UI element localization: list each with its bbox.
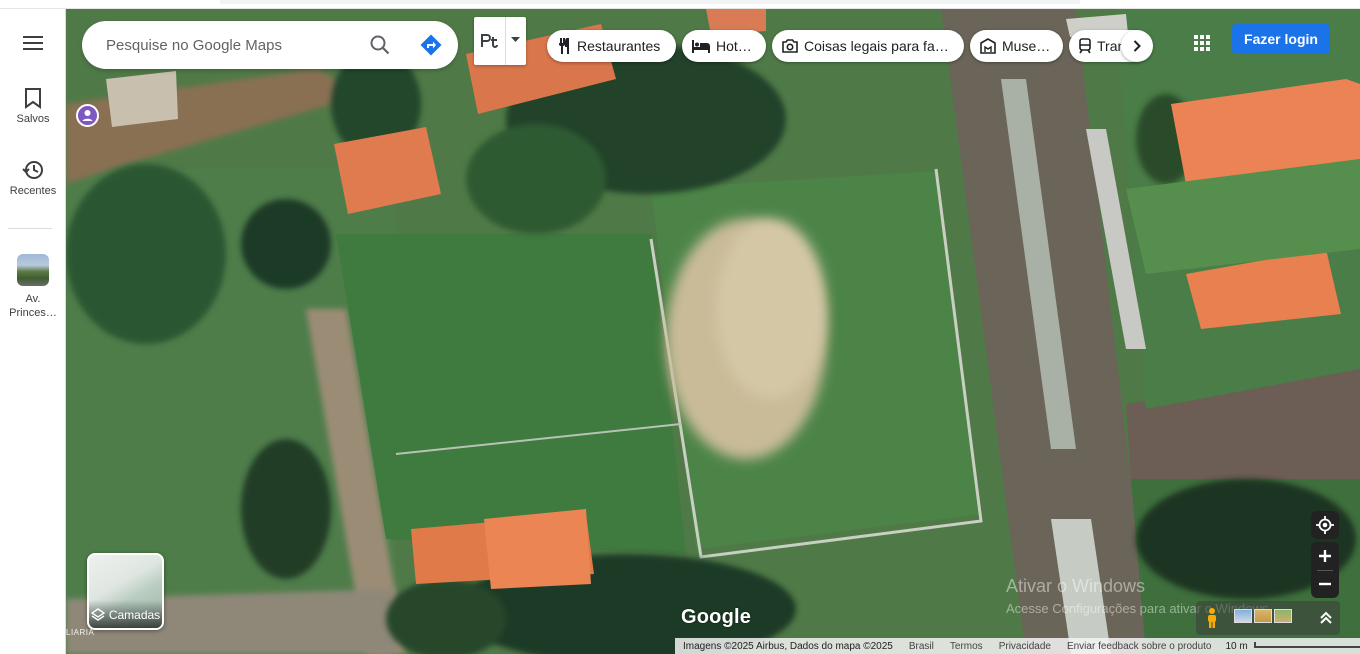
transit-icon (1079, 38, 1091, 54)
place-marker-icon[interactable] (76, 104, 99, 127)
menu-icon (23, 36, 43, 50)
search-icon (370, 35, 390, 55)
imagery-credits: Imagens ©2025 Airbus, Dados do mapa ©202… (683, 640, 893, 652)
double-chevron-up-icon (1320, 611, 1332, 624)
chips-next-button[interactable] (1121, 30, 1153, 62)
terms-link[interactable]: Termos (942, 641, 991, 652)
restaurant-icon (559, 38, 569, 54)
chip-label: Restaurantes (577, 38, 661, 54)
chip-restaurants[interactable]: Restaurantes (547, 30, 676, 62)
sidebar-item-label: Av. Princes… (9, 293, 57, 319)
zoom-control (1311, 542, 1339, 598)
expand-tray-button[interactable] (1316, 608, 1336, 628)
layers-icon (90, 608, 105, 621)
satellite-imagery (66, 9, 1360, 654)
map-type-thumbnails (1234, 609, 1292, 623)
attribution-bar: Imagens ©2025 Airbus, Dados do mapa ©202… (675, 638, 1360, 654)
rail-divider (8, 228, 52, 229)
google-logo: Google (681, 606, 752, 628)
sidebar-item-recent-place[interactable]: Av. Princes… (0, 254, 66, 320)
country-link[interactable]: Brasil (901, 641, 942, 652)
directions-icon (420, 34, 442, 56)
browser-top-strip (0, 0, 1360, 9)
scale-label: 10 m (1225, 640, 1248, 652)
person-pin-icon (82, 110, 93, 121)
scale-line (1253, 642, 1360, 648)
layers-button[interactable]: Camadas (87, 553, 164, 630)
bookmark-icon (25, 88, 41, 109)
search-input[interactable] (106, 33, 356, 57)
apps-grid-icon (1194, 35, 1210, 51)
zoom-in-button[interactable] (1311, 542, 1339, 570)
chip-museums[interactable]: Museus (970, 30, 1063, 62)
zoom-out-button[interactable] (1311, 570, 1339, 598)
hotel-icon (692, 39, 710, 53)
chevron-right-icon (1133, 40, 1141, 52)
sidebar-item-label: Salvos (16, 113, 50, 125)
chip-label: Coisas legais para fa… (804, 38, 949, 54)
map-corner-text: LIARIA (66, 628, 95, 637)
sidebar-item-saved[interactable]: Salvos (0, 87, 66, 125)
menu-button[interactable] (0, 35, 66, 55)
museum-icon (980, 38, 996, 54)
chip-label: Hotéis (716, 38, 754, 54)
chip-label: Museus (1002, 38, 1051, 54)
camera-icon (782, 39, 798, 53)
sign-in-button[interactable]: Fazer login (1232, 24, 1330, 54)
satellite-map[interactable] (66, 9, 1360, 654)
chip-hotels[interactable]: Hotéis (682, 30, 766, 62)
windows-activation-title: Ativar o Windows (1006, 576, 1146, 596)
my-location-button[interactable] (1311, 511, 1339, 539)
directions-button[interactable] (419, 33, 443, 57)
street-view-pegman[interactable] (1202, 607, 1222, 629)
sidebar-item-label: Recentes (9, 185, 57, 197)
search-box (82, 21, 458, 69)
layers-label-wrap: Camadas (89, 600, 162, 628)
my-location-icon (1316, 516, 1334, 534)
transit-layer-toggle[interactable] (474, 17, 526, 65)
chip-things-to-do[interactable]: Coisas legais para fa… (772, 30, 964, 62)
mode-thumb-satellite[interactable] (1274, 609, 1292, 623)
feedback-link[interactable]: Enviar feedback sobre o produto (1059, 641, 1220, 652)
maps-app: Salvos Recentes Av. Princes… Pesquise no… (0, 0, 1360, 654)
search-button[interactable] (368, 33, 392, 57)
place-thumbnail (17, 254, 49, 286)
history-icon (22, 161, 43, 179)
mode-thumb-terrain[interactable] (1254, 609, 1272, 623)
minus-icon (1319, 582, 1331, 586)
left-rail: Salvos Recentes Av. Princes… (0, 9, 66, 654)
google-apps-button[interactable] (1190, 31, 1214, 55)
scale-bar[interactable]: 10 m (1220, 641, 1360, 652)
chevron-down-icon[interactable] (511, 37, 520, 43)
layers-label: Camadas (108, 608, 161, 622)
pegman-icon (1208, 608, 1216, 628)
public-transit-icon (481, 34, 498, 48)
sidebar-item-recent[interactable]: Recentes (0, 159, 66, 197)
mode-thumb-globe[interactable] (1234, 609, 1252, 623)
plus-icon (1319, 550, 1331, 562)
privacy-link[interactable]: Privacidade (991, 641, 1059, 652)
